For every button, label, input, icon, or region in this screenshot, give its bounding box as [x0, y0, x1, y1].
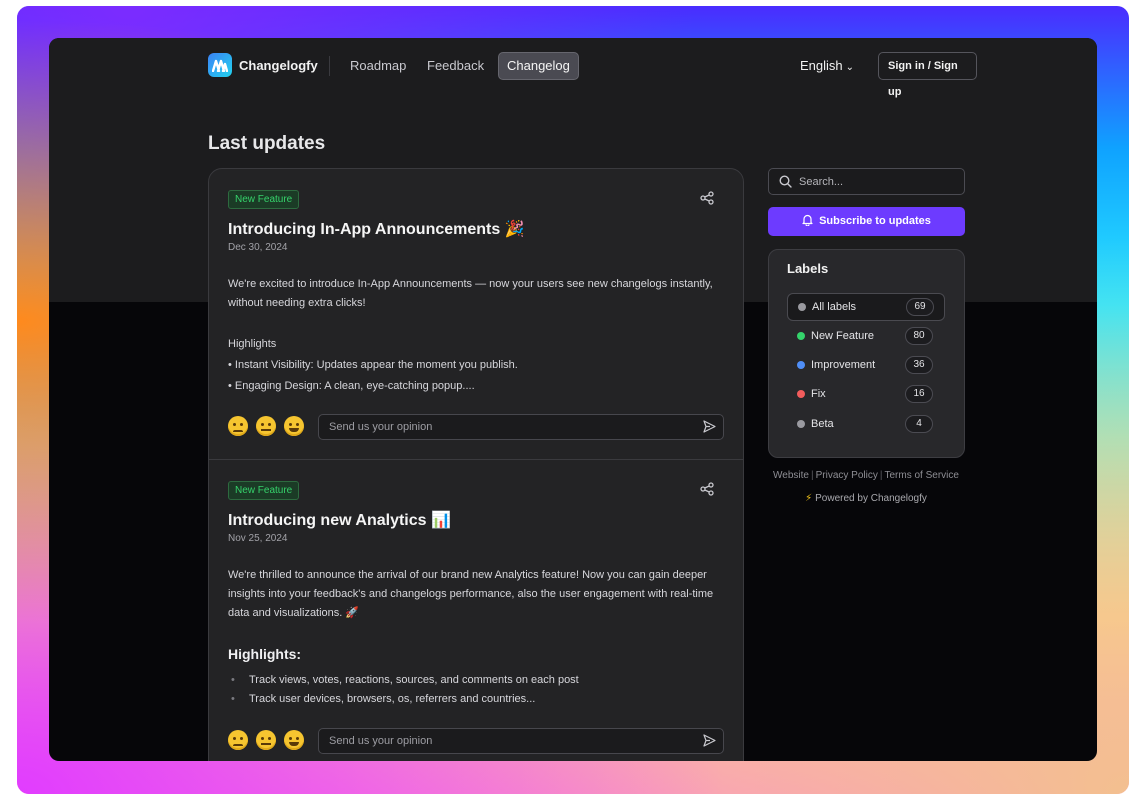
footer-link-website[interactable]: Website [773, 470, 809, 481]
label-filter-new-feature[interactable]: New Feature 80 [787, 323, 943, 349]
post-title[interactable]: Introducing new Analytics 📊 [228, 510, 451, 530]
send-icon[interactable] [703, 420, 716, 433]
label-name: New Feature [811, 330, 874, 342]
post-highlight-item: • Track views, votes, reactions, sources,… [231, 674, 579, 686]
top-nav: Changelogfy Roadmap Feedback Changelog E… [208, 52, 977, 98]
reaction-neutral-icon[interactable] [256, 416, 276, 436]
labels-panel: Labels All labels 69 New Feature 80 Impr… [768, 249, 965, 458]
brand-logo-icon[interactable] [208, 53, 232, 77]
label-filter-improvement[interactable]: Improvement 36 [787, 352, 943, 378]
lightning-icon: ⚡ [805, 493, 813, 504]
search-icon [779, 175, 792, 188]
opinion-input[interactable]: Send us your opinion [318, 728, 724, 754]
label-dot-icon [797, 390, 805, 398]
app-window: Changelogfy Roadmap Feedback Changelog E… [49, 38, 1097, 761]
post-highlight-item: • Track user devices, browsers, os, refer… [231, 693, 536, 705]
nav-divider [329, 56, 330, 76]
reaction-neutral-icon[interactable] [256, 730, 276, 750]
label-count: 69 [906, 298, 934, 316]
post-date: Nov 25, 2024 [228, 533, 288, 544]
signin-button[interactable]: Sign in / Sign up [878, 52, 977, 98]
post-label-badge[interactable]: New Feature [228, 481, 300, 500]
post-body: We're thrilled to announce the arrival o… [228, 569, 714, 619]
label-count: 4 [905, 415, 933, 433]
share-icon[interactable] [700, 482, 714, 496]
reaction-sad-icon[interactable] [228, 730, 248, 750]
changelog-feed: New Feature Introducing In-App Announcem… [208, 168, 744, 761]
post-title[interactable]: Introducing In-App Announcements 🎉 [228, 219, 525, 239]
powered-by-label: Powered by Changelogfy [815, 493, 927, 504]
changelog-post: New Feature Introducing In-App Announcem… [209, 169, 743, 459]
bell-icon [802, 214, 813, 227]
changelog-post: New Feature Introducing new Analytics 📊 … [209, 459, 743, 761]
label-filter-all[interactable]: All labels 69 [787, 293, 945, 321]
post-body: We're excited to introduce In-App Announ… [228, 278, 713, 309]
footer-links: Website | Privacy Policy | Terms of Service [773, 470, 959, 481]
label-count: 16 [905, 385, 933, 403]
language-label: English [800, 58, 843, 73]
reaction-sad-icon[interactable] [228, 416, 248, 436]
brand-name[interactable]: Changelogfy [239, 58, 318, 73]
search-placeholder: Search... [799, 176, 844, 188]
chevron-down-icon: ⌄ [845, 62, 855, 73]
nav-link-roadmap[interactable]: Roadmap [350, 58, 406, 73]
share-icon[interactable] [700, 191, 714, 205]
post-highlights-label: Highlights: [228, 646, 302, 662]
post-highlights-label: Highlights [228, 338, 277, 350]
label-filter-fix[interactable]: Fix 16 [787, 381, 943, 407]
footer-link-terms[interactable]: Terms of Service [884, 470, 958, 481]
footer-link-privacy[interactable]: Privacy Policy [816, 470, 878, 481]
label-name: Beta [811, 418, 834, 430]
post-date: Dec 30, 2024 [228, 242, 288, 253]
post-highlight-item: • Engaging Design: A clean, eye-catching… [228, 380, 475, 392]
opinion-placeholder: Send us your opinion [329, 735, 433, 747]
opinion-input[interactable]: Send us your opinion [318, 414, 724, 440]
subscribe-label: Subscribe to updates [819, 215, 931, 227]
label-dot-icon [797, 361, 805, 369]
label-count: 80 [905, 327, 933, 345]
language-selector[interactable]: English ⌄ [800, 58, 854, 73]
opinion-placeholder: Send us your opinion [329, 421, 433, 433]
label-count: 36 [905, 356, 933, 374]
nav-link-feedback[interactable]: Feedback [427, 58, 484, 73]
post-label-badge[interactable]: New Feature [228, 190, 300, 209]
post-highlight-item: • Instant Visibility: Updates appear the… [228, 359, 518, 371]
label-dot-icon [797, 332, 805, 340]
label-name: Fix [811, 388, 826, 400]
label-name: All labels [812, 301, 857, 313]
reaction-happy-icon[interactable] [284, 416, 304, 436]
nav-link-changelog[interactable]: Changelog [498, 52, 579, 80]
powered-by[interactable]: ⚡ Powered by Changelogfy [768, 493, 964, 504]
labels-heading: Labels [787, 261, 829, 276]
label-filter-beta[interactable]: Beta 4 [787, 411, 943, 437]
label-dot-icon [798, 303, 806, 311]
send-icon[interactable] [703, 734, 716, 747]
subscribe-button[interactable]: Subscribe to updates [768, 207, 965, 236]
reaction-happy-icon[interactable] [284, 730, 304, 750]
label-name: Improvement [811, 359, 876, 371]
label-dot-icon [797, 420, 805, 428]
page-title: Last updates [208, 133, 326, 154]
search-input[interactable]: Search... [768, 168, 965, 195]
